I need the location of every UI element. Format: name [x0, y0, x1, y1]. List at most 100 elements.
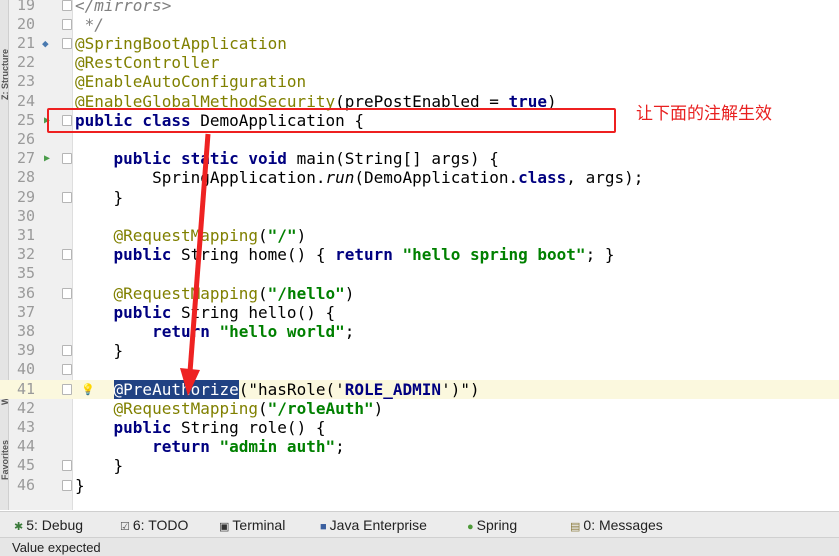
code-line[interactable]: 30 — [0, 207, 839, 226]
tool-window-label: Terminal — [232, 517, 286, 533]
line-number: 19 — [16, 0, 35, 14]
code-text: @EnableAutoConfiguration — [75, 72, 306, 91]
tool-window-java-enterprise[interactable]: ■ Java Enterprise — [320, 517, 427, 533]
code-line[interactable]: 44 return "admin auth"; — [0, 437, 839, 456]
code-line[interactable]: 29 } — [0, 188, 839, 207]
tool-window-todo[interactable]: ☑ 6: TODO — [120, 517, 188, 533]
code-text: @SpringBootApplication — [75, 34, 287, 53]
line-number: 40 — [16, 360, 35, 379]
code-line[interactable]: 36 @RequestMapping("/hello") — [0, 284, 839, 303]
code-line[interactable]: 42 @RequestMapping("/roleAuth") — [0, 399, 839, 418]
fold-marker-icon[interactable] — [62, 37, 72, 49]
code-token: ; — [335, 437, 345, 457]
code-token: "/hello" — [267, 283, 345, 303]
code-line[interactable]: 45 } — [0, 456, 839, 475]
code-token: main(String[] args) { — [296, 149, 499, 169]
code-line[interactable]: 35 — [0, 264, 839, 283]
code-line[interactable]: 19 </mirrors> — [0, 0, 839, 15]
tool-window-label: 6: TODO — [132, 517, 189, 533]
fold-marker-icon[interactable] — [62, 0, 72, 11]
code-text: return "admin auth"; — [75, 437, 345, 456]
code-token: } — [75, 187, 124, 207]
code-token: */ — [75, 14, 104, 34]
code-token: ) — [296, 225, 307, 245]
code-token: public — [113, 417, 181, 437]
status-bar: Value expected — [0, 537, 839, 556]
tool-window-label: Spring — [476, 517, 518, 533]
code-line[interactable]: 28 SpringApplication.run(DemoApplication… — [0, 168, 839, 187]
line-number: 37 — [16, 302, 35, 321]
fold-marker-icon[interactable] — [62, 249, 72, 261]
code-line[interactable]: 27 ▶ public static void main(String[] arg… — [0, 149, 839, 168]
fold-marker-icon[interactable] — [62, 479, 72, 491]
code-token: ("hasRole(' — [238, 379, 345, 399]
line-number: 32 — [16, 245, 35, 264]
line-number: 25 — [16, 110, 35, 129]
code-text: public static void main(String[] args) { — [75, 149, 499, 168]
fold-marker-icon[interactable] — [62, 364, 72, 376]
line-number: 30 — [16, 206, 35, 225]
line-number: 46 — [16, 475, 35, 494]
line-number: 28 — [16, 168, 35, 187]
code-text: @RequestMapping("/hello") — [75, 283, 355, 303]
line-number: 24 — [16, 91, 35, 110]
code-line[interactable]: 22 @RestController — [0, 53, 839, 72]
fold-marker-icon[interactable] — [62, 345, 72, 357]
code-line[interactable]: 40 — [0, 360, 839, 379]
code-token: "/roleAuth" — [267, 398, 374, 418]
fold-marker-icon[interactable] — [62, 191, 72, 203]
code-line[interactable]: 21 ◆ @SpringBootApplication — [0, 34, 839, 53]
code-line[interactable]: 20 */ — [0, 15, 839, 34]
code-text: } — [75, 341, 124, 360]
code-token: @PreAuthorize — [113, 379, 239, 399]
line-number: 42 — [16, 398, 35, 417]
code-token: @RestController — [75, 53, 220, 73]
code-line[interactable]: 23 @EnableAutoConfiguration — [0, 72, 839, 91]
code-editor[interactable]: Z: Structure Web Favorites 19</mirrors>2… — [0, 0, 839, 510]
status-message: Value expected — [12, 540, 101, 555]
line-number: 31 — [16, 225, 35, 244]
line-number: 35 — [16, 264, 35, 283]
tool-window-messages[interactable]: ▤ 0: Messages — [570, 517, 663, 533]
line-number: 26 — [16, 129, 35, 148]
code-token: class — [518, 168, 567, 188]
code-text: public String home() { return "hello spr… — [75, 245, 615, 264]
tool-window-bar: ✱ 5: Debug ☑ 6: TODO ▣ Terminal ■ Java Enterpri… — [0, 511, 839, 538]
spring-bean-icon[interactable]: ◆ — [42, 34, 49, 53]
fold-marker-icon[interactable] — [62, 153, 72, 165]
code-line[interactable]: 32 public String home() { return "hello … — [0, 245, 839, 264]
code-line[interactable]: 41 💡 @PreAuthorize("hasRole('ROLE_ADMIN')… — [0, 379, 839, 399]
fold-marker-icon[interactable] — [62, 383, 72, 395]
code-text: */ — [75, 15, 104, 34]
fold-marker-icon[interactable] — [62, 18, 72, 30]
code-line[interactable]: 31 @RequestMapping("/") — [0, 226, 839, 245]
code-token: @RequestMapping — [113, 225, 259, 245]
tool-window-terminal[interactable]: ▣ Terminal — [219, 517, 285, 533]
code-line[interactable]: 39 } — [0, 341, 839, 360]
code-line[interactable]: 46} — [0, 476, 839, 495]
tool-window-debug[interactable]: ✱ 5: Debug — [14, 517, 83, 533]
line-number: 23 — [16, 72, 35, 91]
code-line[interactable]: 43 public String role() { — [0, 418, 839, 437]
code-line[interactable]: 37 public String hello() { — [0, 303, 839, 322]
fold-marker-icon[interactable] — [62, 287, 72, 299]
code-token: , args); — [566, 168, 644, 188]
code-text: @RequestMapping("/roleAuth") — [75, 398, 384, 418]
code-token: @EnableAutoConfiguration — [75, 72, 307, 92]
code-text: return "hello world"; — [75, 322, 354, 341]
code-token: @SpringBootApplication — [75, 33, 287, 53]
code-token: String hello() { — [180, 302, 336, 322]
tool-window-spring[interactable]: ● Spring — [467, 517, 517, 533]
tool-window-label: 5: Debug — [26, 517, 84, 533]
code-line[interactable]: 38 return "hello world"; — [0, 322, 839, 341]
fold-marker-icon[interactable] — [62, 460, 72, 472]
code-token: "hello world" — [219, 321, 345, 341]
code-text: @PreAuthorize("hasRole('ROLE_ADMIN')") — [75, 379, 480, 399]
code-token: ROLE_ADMIN — [344, 379, 442, 399]
code-token: ( — [258, 398, 268, 418]
run-gutter-icon[interactable]: ▶ — [44, 149, 50, 168]
